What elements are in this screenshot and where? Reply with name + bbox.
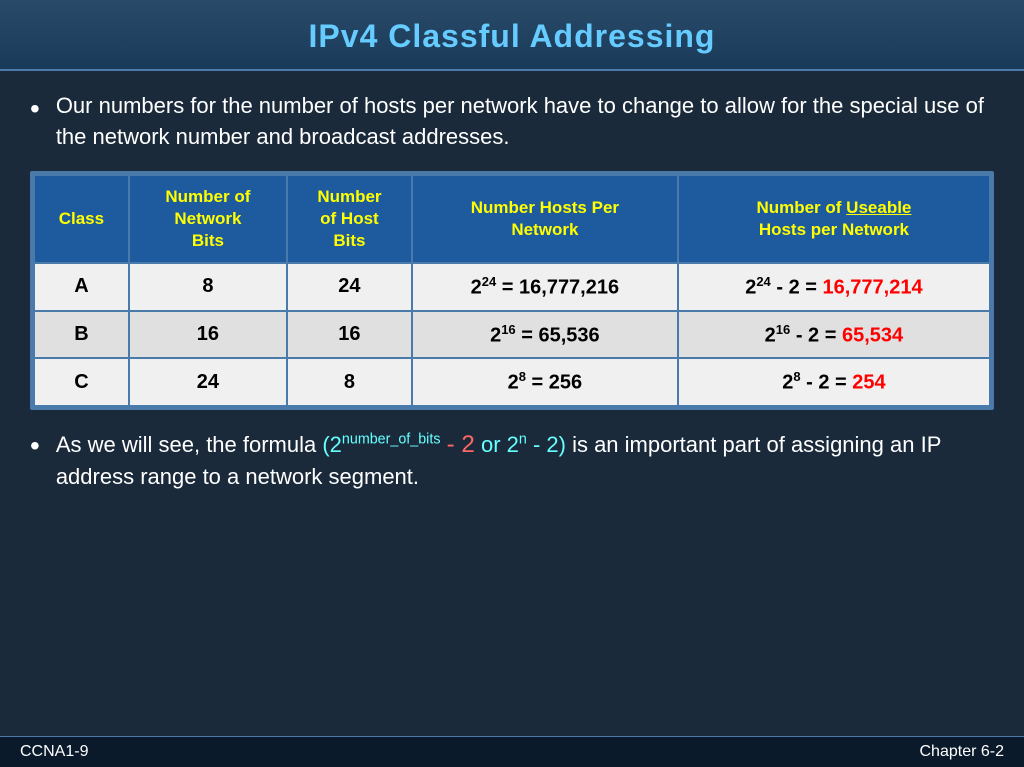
bullet-2: • As we will see, the formula (2number_o… (30, 428, 994, 493)
cell-class-a: A (34, 263, 129, 311)
cell-hosts-b: 216 = 65,536 (412, 311, 678, 359)
cell-host-bits-b: 16 (287, 311, 412, 359)
cell-class-c: C (34, 358, 129, 406)
bullet2-prefix: As we will see, the formula (56, 432, 323, 457)
table-row: A 8 24 224 = 16,777,216 224 - 2 = 16,777… (34, 263, 990, 311)
footer-left: CCNA1-9 (20, 743, 88, 761)
cell-hosts-a: 224 = 16,777,216 (412, 263, 678, 311)
bullet-1: • Our numbers for the number of hosts pe… (30, 91, 994, 153)
bullet-dot-1: • (30, 89, 40, 128)
cell-network-bits-a: 8 (129, 263, 287, 311)
cell-useable-a: 224 - 2 = 16,777,214 (678, 263, 990, 311)
cell-class-b: B (34, 311, 129, 359)
cell-network-bits-c: 24 (129, 358, 287, 406)
formula-display: (2number_of_bits - 2 or 2n - 2) (322, 432, 566, 457)
bullet-dot-2: • (30, 426, 40, 465)
footer: CCNA1-9 Chapter 6-2 (0, 736, 1024, 767)
bullet-text-2: As we will see, the formula (2number_of_… (56, 428, 994, 493)
cell-hosts-c: 28 = 256 (412, 358, 678, 406)
table-row: B 16 16 216 = 65,536 216 - 2 = 65,534 (34, 311, 990, 359)
header: IPv4 Classful Addressing (0, 0, 1024, 71)
table-header-row: Class Number ofNetworkBits Numberof Host… (34, 175, 990, 263)
col-hosts-per-network: Number Hosts PerNetwork (412, 175, 678, 263)
cell-host-bits-c: 8 (287, 358, 412, 406)
col-useable-hosts: Number of UseableHosts per Network (678, 175, 990, 263)
classful-table: Class Number ofNetworkBits Numberof Host… (33, 174, 991, 407)
content: • Our numbers for the number of hosts pe… (0, 71, 1024, 521)
footer-right: Chapter 6-2 (920, 743, 1005, 761)
cell-host-bits-a: 24 (287, 263, 412, 311)
cell-network-bits-b: 16 (129, 311, 287, 359)
col-network-bits: Number ofNetworkBits (129, 175, 287, 263)
bullet-text-1: Our numbers for the number of hosts per … (56, 91, 994, 153)
col-host-bits: Numberof HostBits (287, 175, 412, 263)
cell-useable-c: 28 - 2 = 254 (678, 358, 990, 406)
table-row: C 24 8 28 = 256 28 - 2 = 254 (34, 358, 990, 406)
table-container: Class Number ofNetworkBits Numberof Host… (30, 171, 994, 410)
cell-useable-b: 216 - 2 = 65,534 (678, 311, 990, 359)
col-class: Class (34, 175, 129, 263)
page-title: IPv4 Classful Addressing (20, 18, 1004, 55)
